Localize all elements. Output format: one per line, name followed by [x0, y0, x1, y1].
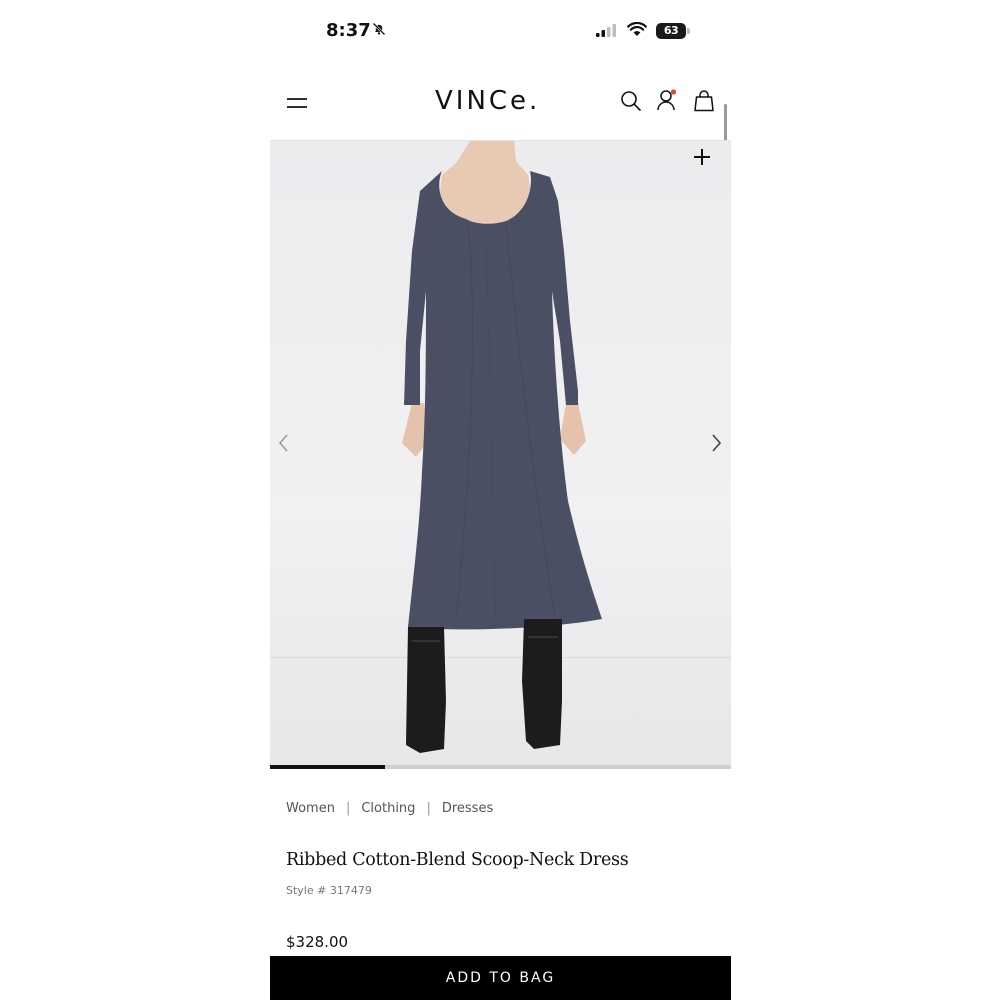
notification-dot — [670, 89, 677, 95]
breadcrumb-women[interactable]: Women — [286, 801, 335, 816]
style-number: Style # 317479 — [286, 884, 372, 897]
gallery-progress-fill — [270, 765, 386, 769]
battery-indicator: 63 — [656, 23, 686, 39]
product-price: $328.00 — [286, 933, 349, 951]
product-image-gallery[interactable] — [270, 141, 731, 765]
search-icon[interactable] — [620, 90, 642, 117]
wifi-icon — [627, 21, 647, 42]
breadcrumb-separator: | — [345, 801, 351, 816]
battery-cap — [687, 28, 690, 34]
cellular-signal-icon — [596, 24, 618, 42]
plus-icon[interactable] — [692, 147, 712, 172]
status-time: 8:37 — [326, 20, 371, 41]
product-title: Ribbed Cotton-Blend Scoop-Neck Dress — [286, 850, 629, 870]
add-to-bag-button[interactable]: ADD TO BAG — [270, 956, 731, 1000]
shopping-bag-icon[interactable] — [694, 90, 714, 117]
breadcrumb: Women | Clothing | Dresses — [286, 801, 493, 816]
chevron-left-icon[interactable] — [278, 433, 290, 458]
gallery-progress-bar — [270, 765, 731, 769]
account-icon[interactable] — [656, 88, 680, 119]
bell-slash-icon — [372, 22, 386, 41]
product-photo — [402, 141, 602, 753]
brand-logo[interactable]: VINCe. — [435, 86, 540, 116]
hamburger-menu-icon[interactable] — [287, 95, 307, 116]
chevron-right-icon[interactable] — [710, 433, 722, 458]
breadcrumb-separator: | — [426, 801, 431, 816]
breadcrumb-clothing[interactable]: Clothing — [361, 801, 415, 816]
breadcrumb-dresses[interactable]: Dresses — [442, 801, 493, 816]
mobile-page: 8:37 63 VINCe. Women | Clothing | Dresse… — [270, 0, 731, 1000]
